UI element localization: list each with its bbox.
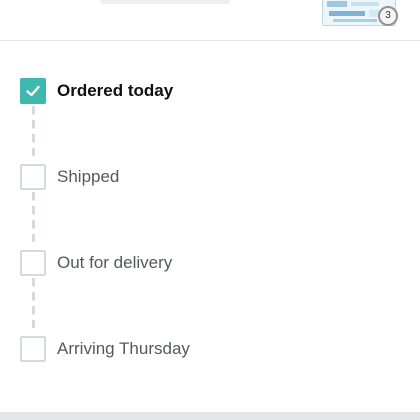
empty-checkbox-icon <box>20 336 46 362</box>
step-arriving: Arriving Thursday <box>20 335 190 363</box>
empty-checkbox-icon <box>20 164 46 190</box>
progress-connector <box>32 278 35 328</box>
progress-connector <box>32 192 35 242</box>
step-label: Out for delivery <box>57 253 173 272</box>
checked-checkbox-icon <box>20 78 46 104</box>
empty-checkbox-icon <box>20 250 46 276</box>
shipment-progress-tracker: Ordered today Shipped Out for delivery A… <box>0 40 420 398</box>
order-header: 3 <box>0 0 420 41</box>
step-ordered: Ordered today <box>20 77 173 105</box>
step-label: Shipped <box>57 167 120 186</box>
section-divider <box>0 412 420 420</box>
item-quantity-badge: 3 <box>378 6 398 26</box>
order-tracking-page: 3 Ordered today Shipped Out for delivery… <box>0 0 420 420</box>
header-text-cutoff <box>100 0 230 4</box>
step-label: Ordered today <box>57 81 174 100</box>
progress-connector <box>32 106 35 156</box>
step-label: Arriving Thursday <box>57 339 190 358</box>
step-shipped: Shipped <box>20 163 119 191</box>
step-out-for-delivery: Out for delivery <box>20 249 172 277</box>
